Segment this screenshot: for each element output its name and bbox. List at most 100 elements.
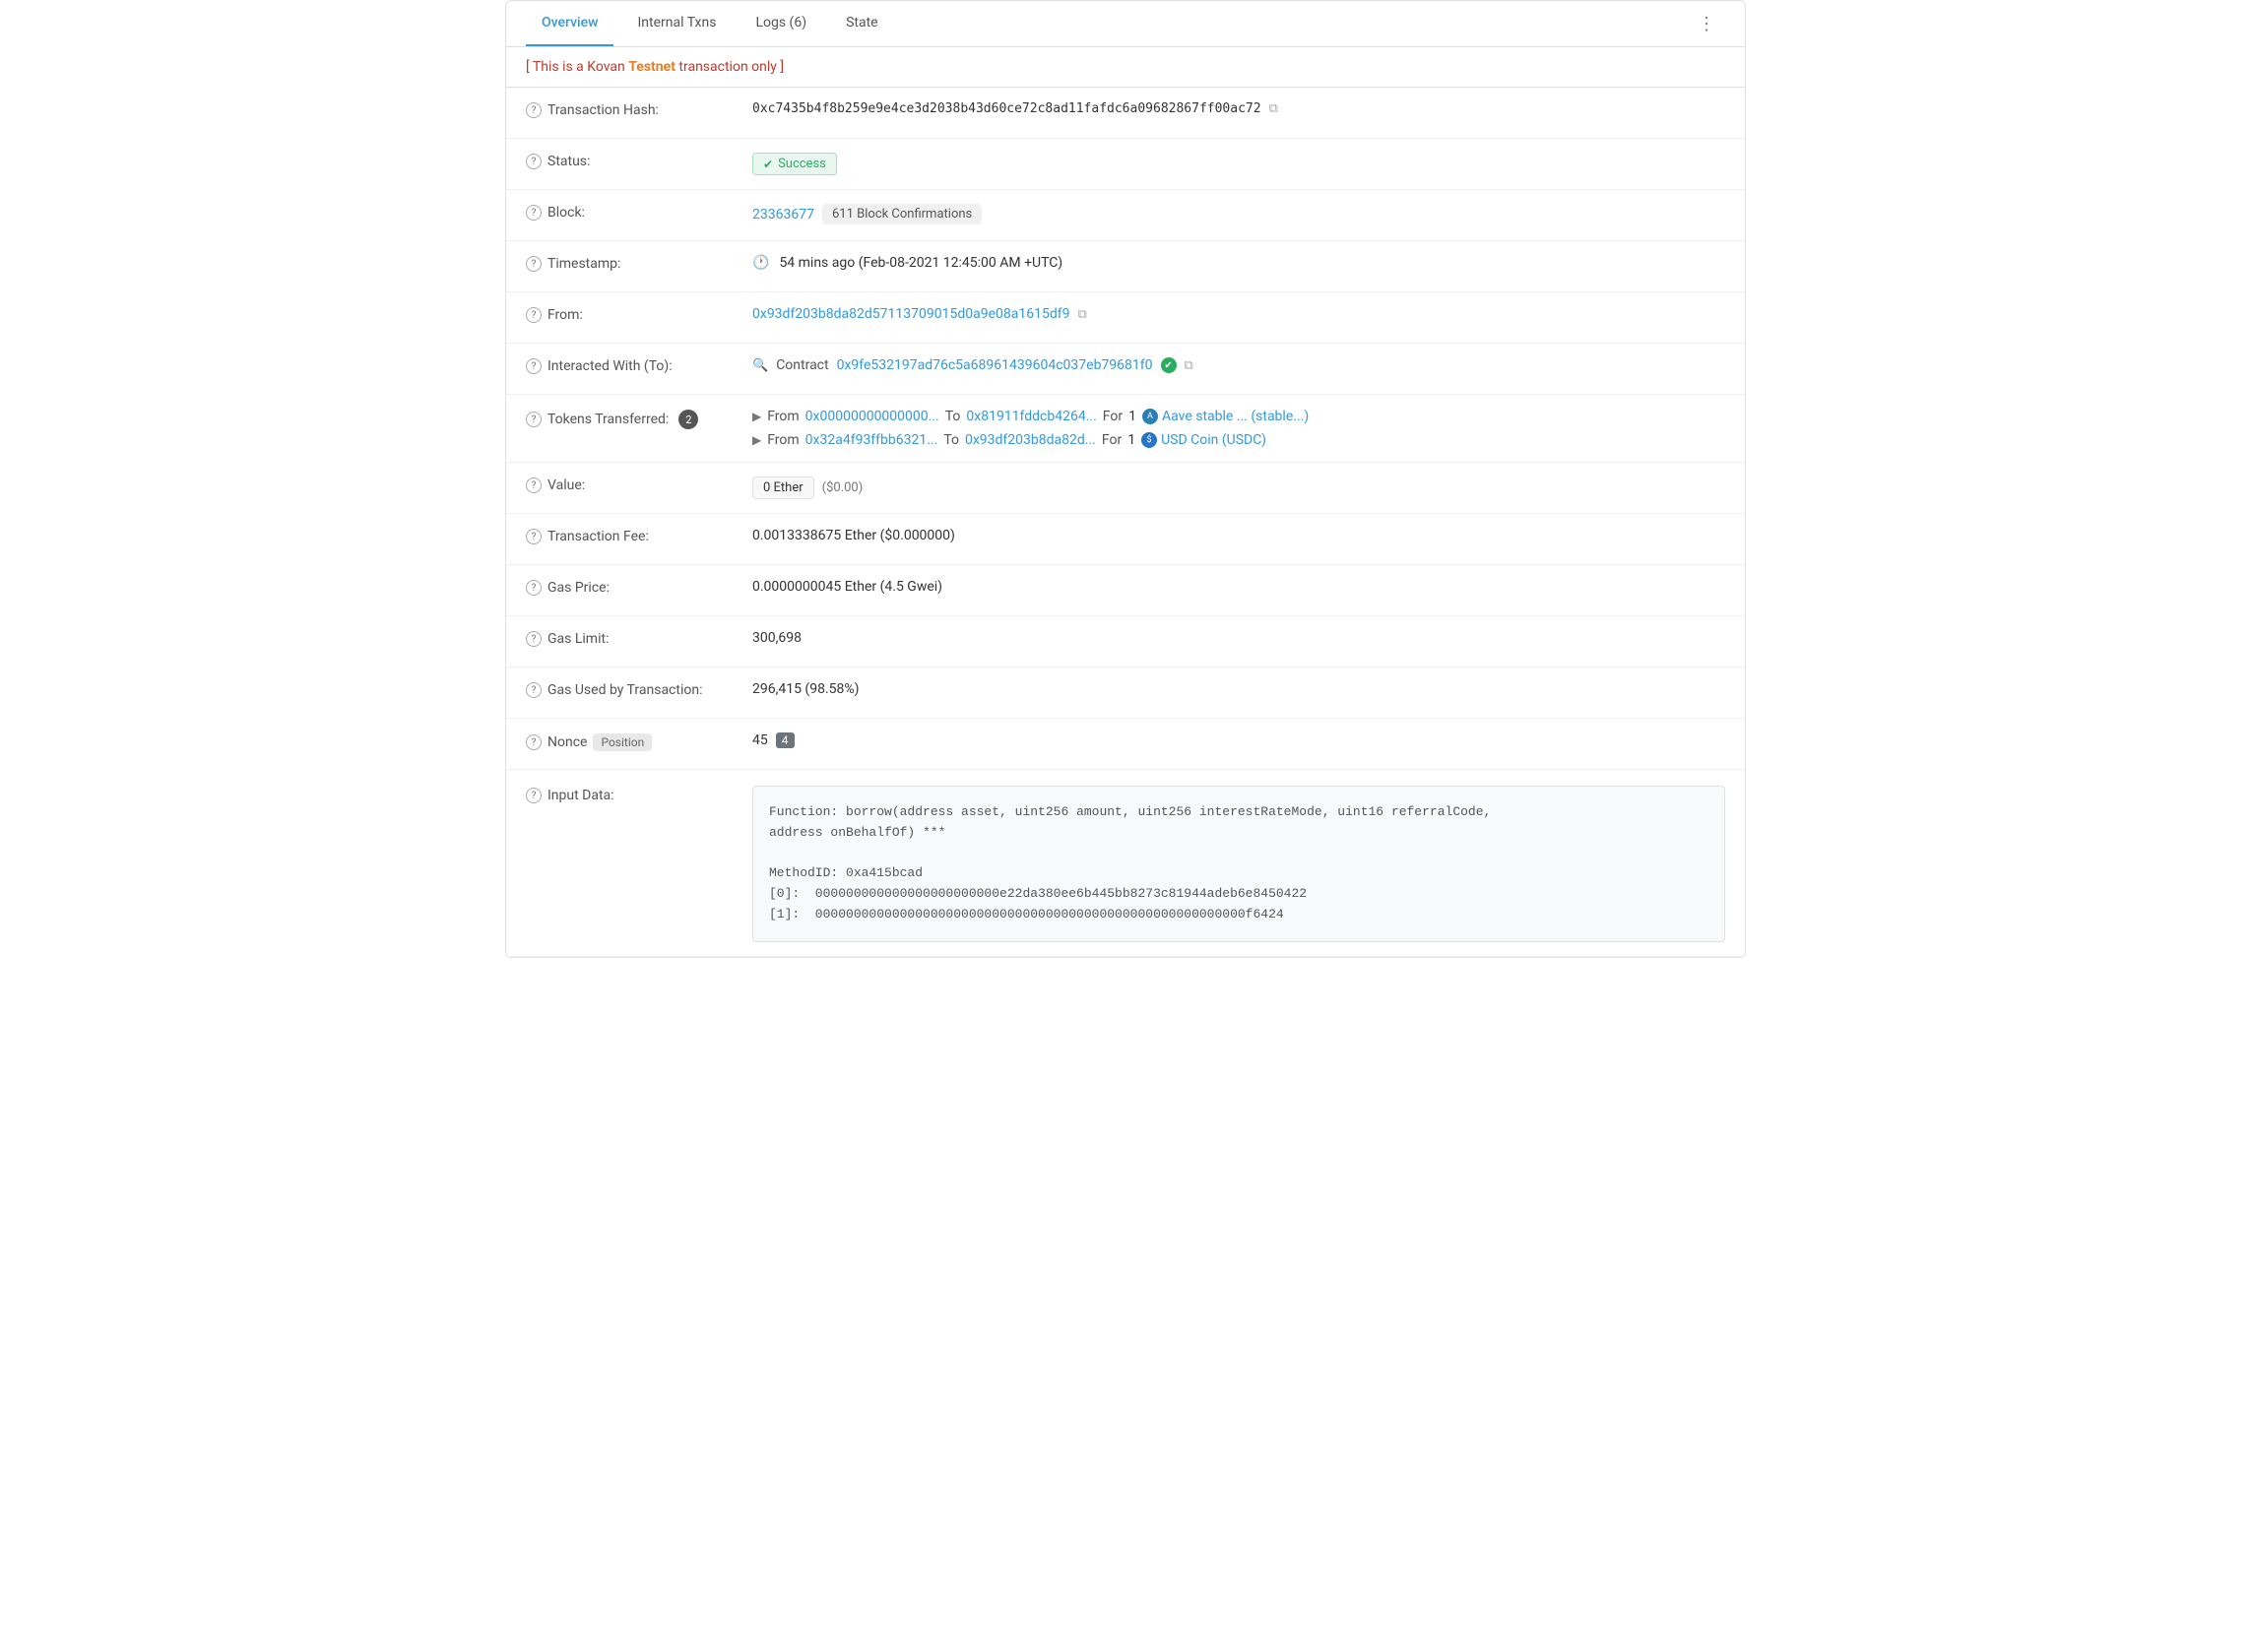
value-block: 23363677 611 Block Confirmations bbox=[752, 204, 1725, 224]
row-block: ? Block: 23363677 611 Block Confirmation… bbox=[506, 190, 1745, 241]
check-icon: ✔ bbox=[763, 158, 773, 171]
row-gas-limit: ? Gas Limit: 300,698 bbox=[506, 616, 1745, 667]
value-timestamp: 🕐 54 mins ago (Feb-08-2021 12:45:00 AM +… bbox=[752, 255, 1725, 271]
value-gas-limit: 300,698 bbox=[752, 630, 1725, 646]
from-address-link[interactable]: 0x93df203b8da82d57113709015d0a9e08a1615d… bbox=[752, 306, 1069, 322]
token2-amount: 1 bbox=[1127, 432, 1135, 448]
for-label-1: For bbox=[1103, 409, 1123, 424]
tab-logs[interactable]: Logs (6) bbox=[740, 1, 822, 46]
row-interacted-with: ? Interacted With (To): 🔍 Contract 0x9fe… bbox=[506, 344, 1745, 395]
from-label-1: From bbox=[767, 409, 799, 424]
label-timestamp: ? Timestamp: bbox=[526, 255, 752, 272]
question-icon-gas-used: ? bbox=[526, 682, 542, 698]
lens-icon: 🔍 bbox=[752, 358, 768, 373]
label-status: ? Status: bbox=[526, 153, 752, 169]
label-gas-used: ? Gas Used by Transaction: bbox=[526, 681, 752, 698]
label-gas-price: ? Gas Price: bbox=[526, 579, 752, 596]
for-label-2: For bbox=[1102, 432, 1122, 448]
tokens-list: ▶ From 0x00000000000000... To 0x81911fdd… bbox=[752, 409, 1309, 448]
from-label-2: From bbox=[767, 432, 799, 448]
token2-to-link[interactable]: 0x93df203b8da82d... bbox=[965, 432, 1096, 448]
row-status: ? Status: ✔ Success bbox=[506, 139, 1745, 190]
question-icon-timestamp: ? bbox=[526, 256, 542, 272]
value-from: 0x93df203b8da82d57113709015d0a9e08a1615d… bbox=[752, 306, 1725, 322]
value-transaction-hash: 0xc7435b4f8b259e9e4ce3d2038b43d60ce72c8a… bbox=[752, 101, 1725, 116]
value-tokens-transferred: ▶ From 0x00000000000000... To 0x81911fdd… bbox=[752, 409, 1725, 448]
block-confirmations-badge: 611 Block Confirmations bbox=[822, 204, 982, 224]
value-gas-price: 0.0000000045 Ether (4.5 Gwei) bbox=[752, 579, 1725, 595]
value-interacted-with: 🔍 Contract 0x9fe532197ad76c5a68961439604… bbox=[752, 357, 1725, 373]
verified-check-icon: ✔ bbox=[1161, 357, 1177, 373]
copy-hash-icon[interactable]: ⧉ bbox=[1269, 101, 1278, 116]
label-block: ? Block: bbox=[526, 204, 752, 221]
tokens-count-badge: 2 bbox=[678, 410, 698, 429]
row-gas-used: ? Gas Used by Transaction: 296,415 (98.5… bbox=[506, 667, 1745, 719]
token2-name-link[interactable]: USD Coin (USDC) bbox=[1161, 432, 1266, 448]
label-nonce: ? Nonce Position bbox=[526, 732, 752, 751]
input-data-box[interactable]: Function: borrow(address asset, uint256 … bbox=[752, 786, 1725, 942]
question-icon-block: ? bbox=[526, 205, 542, 221]
question-icon-tokens: ? bbox=[526, 412, 542, 427]
value-status: ✔ Success bbox=[752, 153, 1725, 175]
nonce-value: 45 bbox=[752, 732, 768, 748]
question-icon-fee: ? bbox=[526, 529, 542, 544]
value-input-data: Function: borrow(address asset, uint256 … bbox=[752, 784, 1725, 942]
usd-value: ($0.00) bbox=[822, 480, 864, 495]
label-input-data: ? Input Data: bbox=[526, 784, 752, 803]
alert-text-suffix: transaction only ] bbox=[675, 59, 784, 75]
value-value: 0 Ether ($0.00) bbox=[752, 477, 1725, 499]
row-value: ? Value: 0 Ether ($0.00) bbox=[506, 463, 1745, 514]
alert-text-prefix: [ This is a Kovan bbox=[526, 59, 628, 75]
tab-internal-txns[interactable]: Internal Txns bbox=[621, 1, 732, 46]
row-timestamp: ? Timestamp: 🕐 54 mins ago (Feb-08-2021 … bbox=[506, 241, 1745, 292]
clock-icon: 🕐 bbox=[752, 255, 769, 271]
label-tokens-transferred: ? Tokens Transferred: 2 bbox=[526, 409, 752, 429]
ether-amount-box: 0 Ether bbox=[752, 477, 814, 499]
row-input-data: ? Input Data: Function: borrow(address a… bbox=[506, 770, 1745, 957]
token2-coin-icon: $ bbox=[1141, 432, 1157, 448]
arrow-icon-1: ▶ bbox=[752, 410, 761, 423]
token1-amount: 1 bbox=[1128, 409, 1136, 424]
question-icon-gas-price: ? bbox=[526, 580, 542, 596]
copy-from-icon[interactable]: ⧉ bbox=[1077, 307, 1086, 322]
row-gas-price: ? Gas Price: 0.0000000045 Ether (4.5 Gwe… bbox=[506, 565, 1745, 616]
label-transaction-hash: ? Transaction Hash: bbox=[526, 101, 752, 118]
row-transaction-hash: ? Transaction Hash: 0xc7435b4f8b259e9e4c… bbox=[506, 88, 1745, 139]
value-gas-used: 296,415 (98.58%) bbox=[752, 681, 1725, 697]
testnet-alert: [ This is a Kovan Testnet transaction on… bbox=[506, 47, 1745, 88]
tabs-more-button[interactable]: ⋮ bbox=[1688, 4, 1725, 44]
token1-to-link[interactable]: 0x81911fddcb4264... bbox=[966, 409, 1096, 424]
nonce-position: 4 bbox=[776, 732, 795, 748]
row-transaction-fee: ? Transaction Fee: 0.0013338675 Ether ($… bbox=[506, 514, 1745, 565]
to-label-2: To bbox=[943, 432, 959, 448]
question-icon-status: ? bbox=[526, 154, 542, 169]
label-from: ? From: bbox=[526, 306, 752, 323]
row-tokens-transferred: ? Tokens Transferred: 2 ▶ From 0x0000000… bbox=[506, 395, 1745, 463]
token2-coin: $ USD Coin (USDC) bbox=[1141, 432, 1266, 448]
block-number-link[interactable]: 23363677 bbox=[752, 207, 814, 222]
row-from: ? From: 0x93df203b8da82d57113709015d0a9e… bbox=[506, 292, 1745, 344]
to-label-1: To bbox=[945, 409, 961, 424]
copy-contract-icon[interactable]: ⧉ bbox=[1185, 358, 1193, 373]
question-icon-to: ? bbox=[526, 358, 542, 374]
tabs-bar: Overview Internal Txns Logs (6) State ⋮ bbox=[506, 1, 1745, 47]
question-icon-value: ? bbox=[526, 477, 542, 493]
question-icon-input: ? bbox=[526, 788, 542, 803]
token-row-1: ▶ From 0x00000000000000... To 0x81911fdd… bbox=[752, 409, 1309, 424]
token2-from-link[interactable]: 0x32a4f93ffbb6321... bbox=[805, 432, 938, 448]
question-icon-gas-limit: ? bbox=[526, 631, 542, 647]
question-icon-hash: ? bbox=[526, 102, 542, 118]
position-badge: Position bbox=[593, 733, 652, 751]
tab-overview[interactable]: Overview bbox=[526, 1, 613, 46]
alert-testnet-label: Testnet bbox=[628, 59, 675, 75]
tab-state[interactable]: State bbox=[830, 1, 894, 46]
contract-label: Contract bbox=[776, 357, 828, 373]
token1-name-link[interactable]: Aave stable ... (stable...) bbox=[1162, 409, 1309, 424]
status-badge: ✔ Success bbox=[752, 153, 837, 175]
label-transaction-fee: ? Transaction Fee: bbox=[526, 528, 752, 544]
token1-from-link[interactable]: 0x00000000000000... bbox=[805, 409, 939, 424]
label-value: ? Value: bbox=[526, 477, 752, 493]
question-icon-from: ? bbox=[526, 307, 542, 323]
contract-address-link[interactable]: 0x9fe532197ad76c5a68961439604c037eb79681… bbox=[837, 357, 1153, 373]
token1-coin: A Aave stable ... (stable...) bbox=[1142, 409, 1309, 424]
